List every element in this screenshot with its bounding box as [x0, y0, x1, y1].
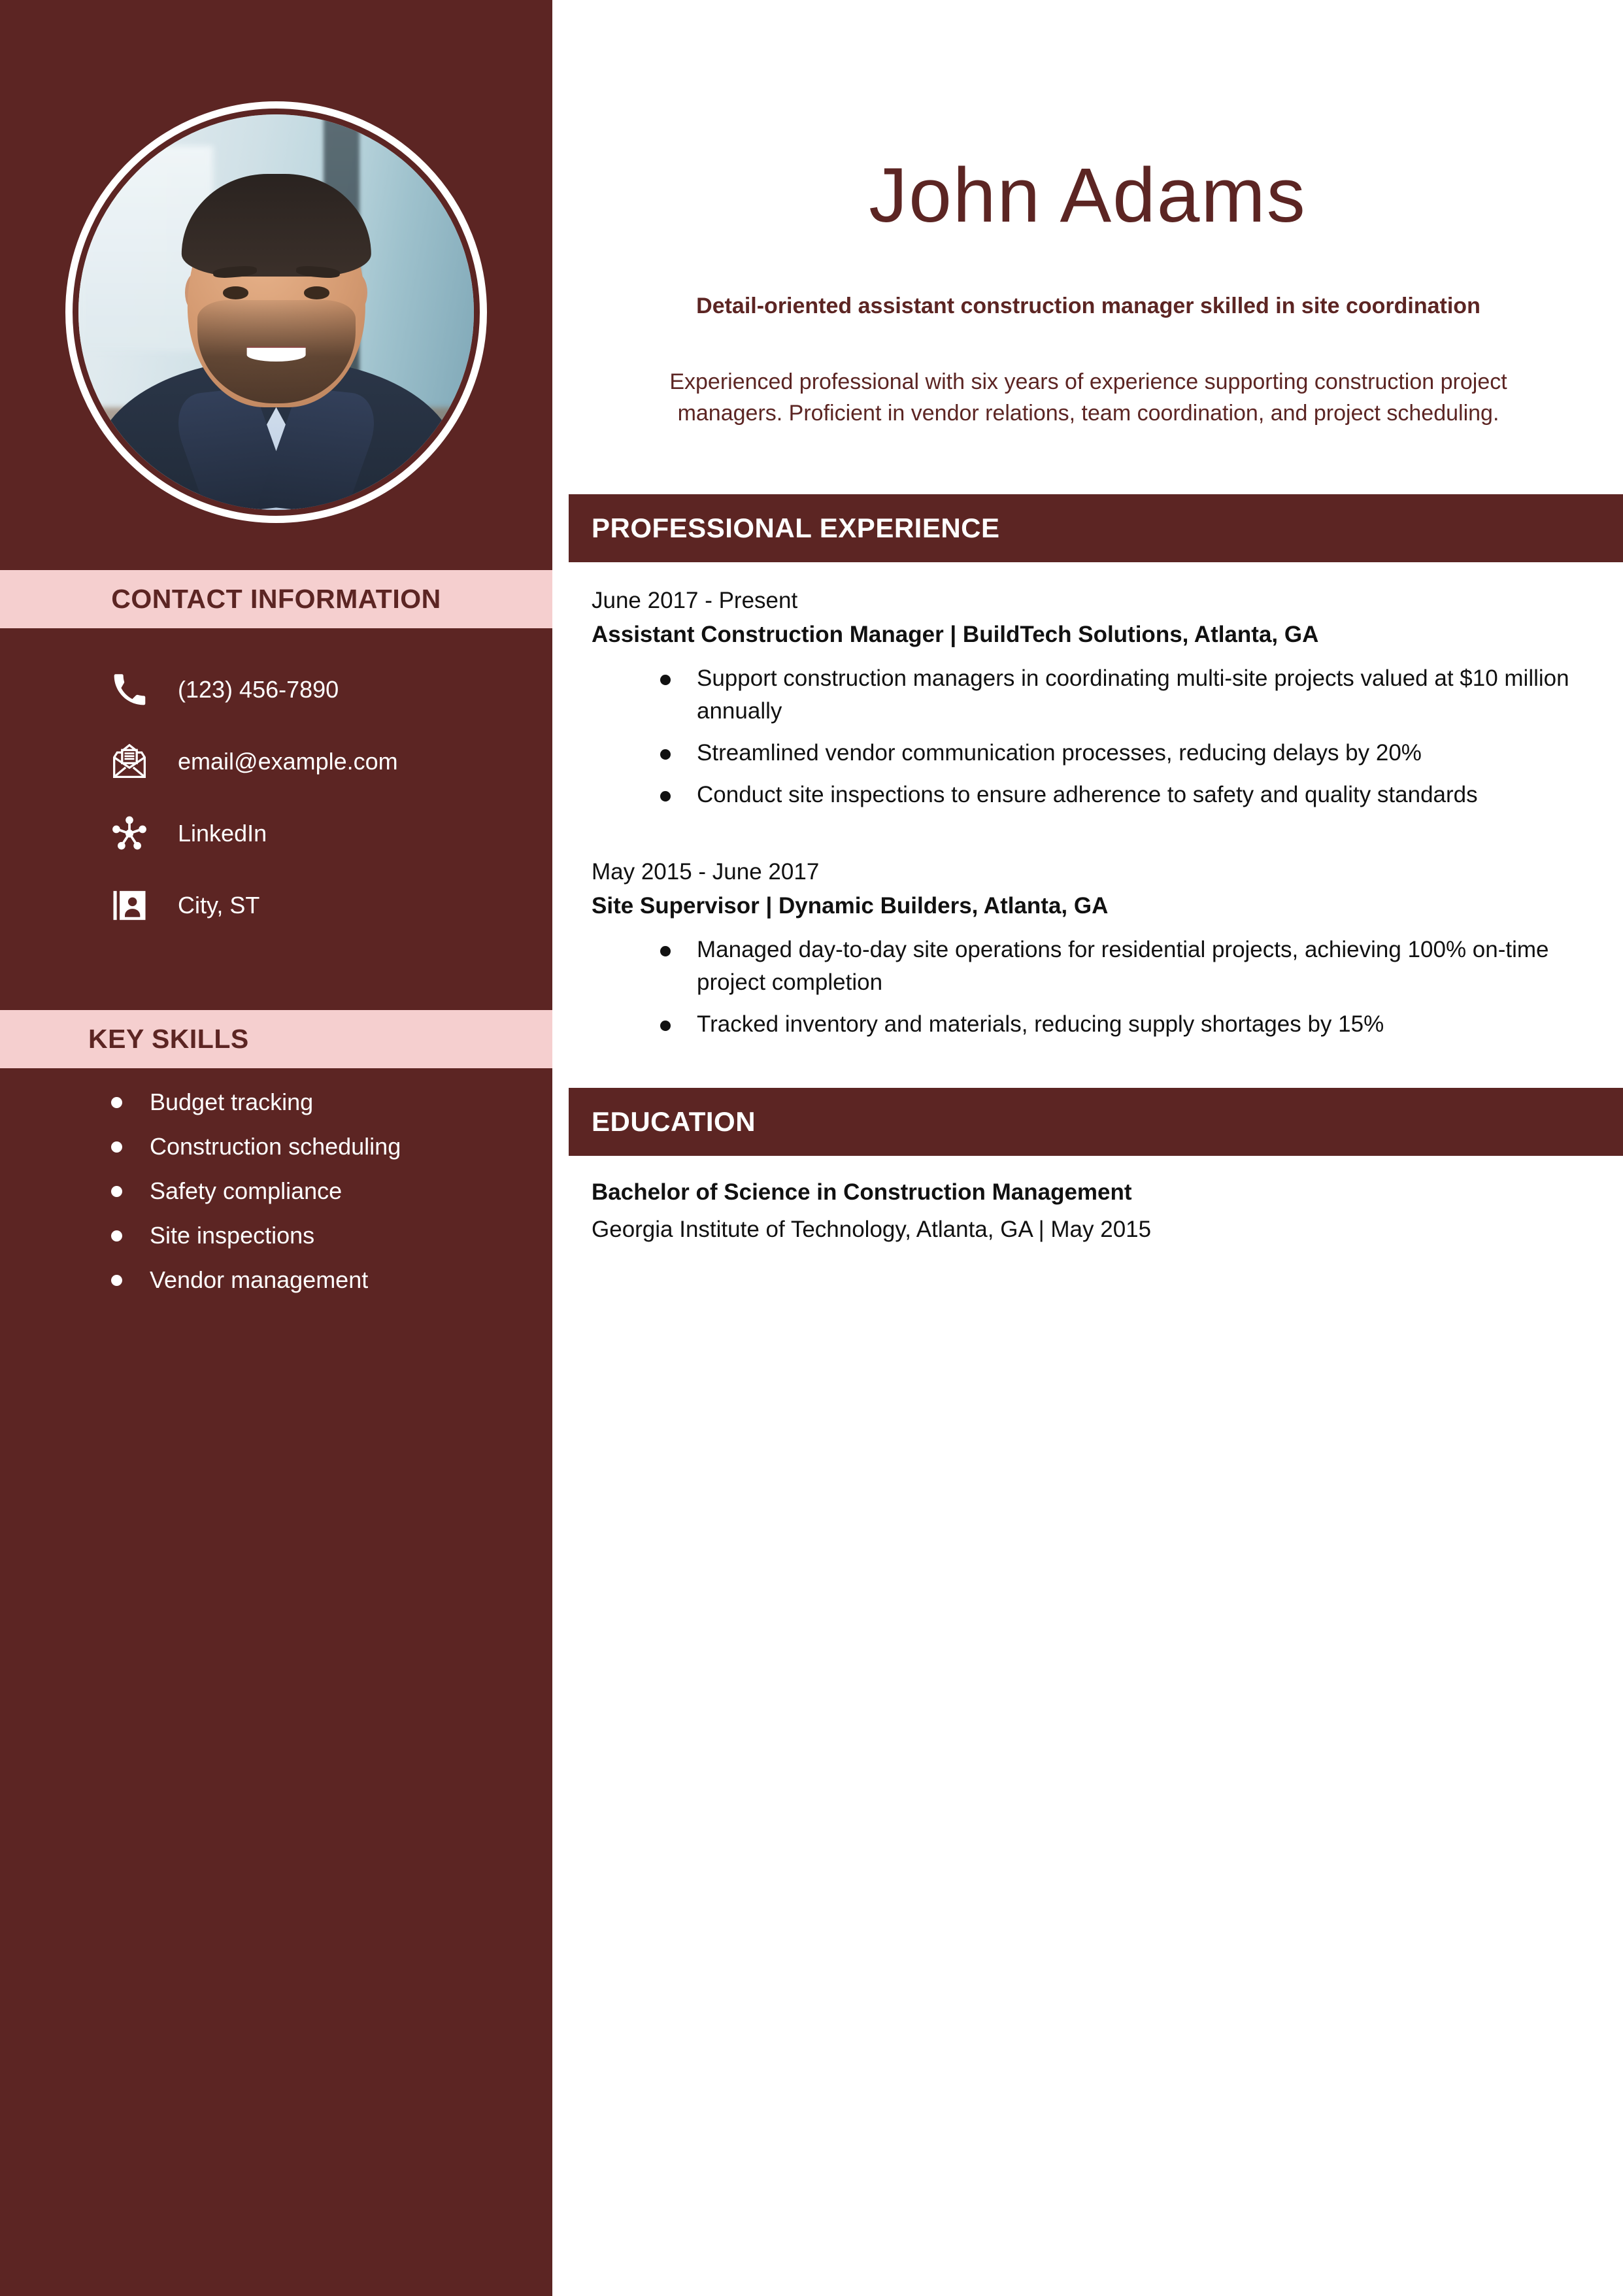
contact-list: (123) 456-7890 email@example.com LinkedI…: [0, 654, 552, 941]
job-bullet-list: Support construction managers in coordin…: [592, 662, 1585, 811]
list-item: Vendor management: [0, 1263, 552, 1308]
skill-label: Safety compliance: [150, 1177, 343, 1204]
envelope-icon: [111, 743, 148, 780]
bullet-icon: [111, 1097, 122, 1108]
photo-mouth: [246, 347, 306, 362]
photo-eye-left: [222, 286, 249, 299]
bullet-icon: [660, 1021, 671, 1031]
education-header: EDUCATION: [569, 1088, 1623, 1156]
share-network-icon: [111, 815, 148, 852]
list-item: Safety compliance: [0, 1174, 552, 1219]
list-item: Budget tracking: [0, 1085, 552, 1130]
resume-page: CONTACT INFORMATION (123) 456-7890 email…: [0, 0, 1623, 2296]
bullet-icon: [111, 1230, 122, 1241]
list-item: Construction scheduling: [0, 1130, 552, 1174]
contact-value-location: City, ST: [178, 892, 260, 919]
key-skills-header: KEY SKILLS: [0, 1010, 552, 1068]
contact-item-phone[interactable]: (123) 456-7890: [0, 654, 552, 726]
bullet-icon: [111, 1186, 122, 1197]
skill-label: Construction scheduling: [150, 1133, 401, 1160]
key-skills-list: Budget tracking Construction scheduling …: [0, 1085, 552, 1308]
skill-label: Vendor management: [150, 1266, 369, 1293]
education-entry: Bachelor of Science in Construction Mana…: [592, 1173, 1585, 1248]
profile-photo-frame: [65, 101, 487, 523]
bullet-icon: [660, 791, 671, 802]
list-item: Streamlined vendor communication process…: [592, 737, 1585, 769]
list-item: Site inspections: [0, 1219, 552, 1263]
professional-experience-title: PROFESSIONAL EXPERIENCE: [592, 513, 1000, 543]
sidebar: CONTACT INFORMATION (123) 456-7890 email…: [0, 0, 552, 2296]
bullet-icon: [660, 946, 671, 956]
page-title: John Adams: [869, 152, 1307, 239]
avatar: [78, 114, 474, 510]
list-item: Conduct site inspections to ensure adher…: [592, 779, 1585, 811]
contact-card-icon: [111, 887, 148, 924]
list-item: Tracked inventory and materials, reducin…: [592, 1008, 1585, 1041]
bullet-icon: [660, 749, 671, 760]
contact-item-location[interactable]: City, ST: [0, 869, 552, 941]
key-skills-title: KEY SKILLS: [88, 1024, 249, 1054]
job-bullet-text: Managed day-to-day site operations for r…: [697, 937, 1549, 995]
job-dates: June 2017 - Present: [592, 588, 798, 613]
photo-eye-right: [303, 286, 330, 299]
skill-label: Budget tracking: [150, 1089, 314, 1115]
education-school: Georgia Institute of Technology, Atlanta…: [592, 1217, 1152, 1242]
job-bullet-list: Managed day-to-day site operations for r…: [592, 934, 1585, 1041]
job-bullet-text: Streamlined vendor communication process…: [697, 740, 1422, 766]
profile-tagline: Detail-oriented assistant construction m…: [696, 294, 1481, 318]
profile-summary: Experienced professional with six years …: [669, 369, 1507, 426]
job-bullet-text: Tracked inventory and materials, reducin…: [697, 1011, 1384, 1037]
experience-entry-1: June 2017 - Present Assistant Constructi…: [592, 585, 1585, 820]
contact-value-email: email@example.com: [178, 748, 398, 775]
phone-icon: [111, 671, 148, 708]
job-dates: May 2015 - June 2017: [592, 859, 820, 885]
contact-information-header: CONTACT INFORMATION: [0, 570, 552, 628]
contact-item-email[interactable]: email@example.com: [0, 726, 552, 798]
list-item: Support construction managers in coordin…: [592, 662, 1585, 728]
job-bullet-text: Conduct site inspections to ensure adher…: [697, 782, 1478, 807]
skill-label: Site inspections: [150, 1222, 315, 1249]
job-bullet-text: Support construction managers in coordin…: [697, 666, 1569, 724]
main-content: John Adams Detail-oriented assistant con…: [552, 0, 1623, 2296]
job-title: Site Supervisor | Dynamic Builders, Atla…: [592, 893, 1109, 919]
education-degree: Bachelor of Science in Construction Mana…: [592, 1179, 1132, 1205]
contact-information-title: CONTACT INFORMATION: [111, 584, 441, 614]
education-title: EDUCATION: [592, 1106, 756, 1137]
bullet-icon: [660, 675, 671, 685]
bullet-icon: [111, 1141, 122, 1153]
contact-value-phone: (123) 456-7890: [178, 676, 339, 703]
contact-value-linkedin: LinkedIn: [178, 820, 267, 847]
contact-item-linkedin[interactable]: LinkedIn: [0, 798, 552, 869]
list-item: Managed day-to-day site operations for r…: [592, 934, 1585, 999]
experience-entry-2: May 2015 - June 2017 Site Supervisor | D…: [592, 856, 1585, 1050]
bullet-icon: [111, 1275, 122, 1286]
professional-experience-header: PROFESSIONAL EXPERIENCE: [569, 494, 1623, 562]
job-title: Assistant Construction Manager | BuildTe…: [592, 622, 1319, 647]
